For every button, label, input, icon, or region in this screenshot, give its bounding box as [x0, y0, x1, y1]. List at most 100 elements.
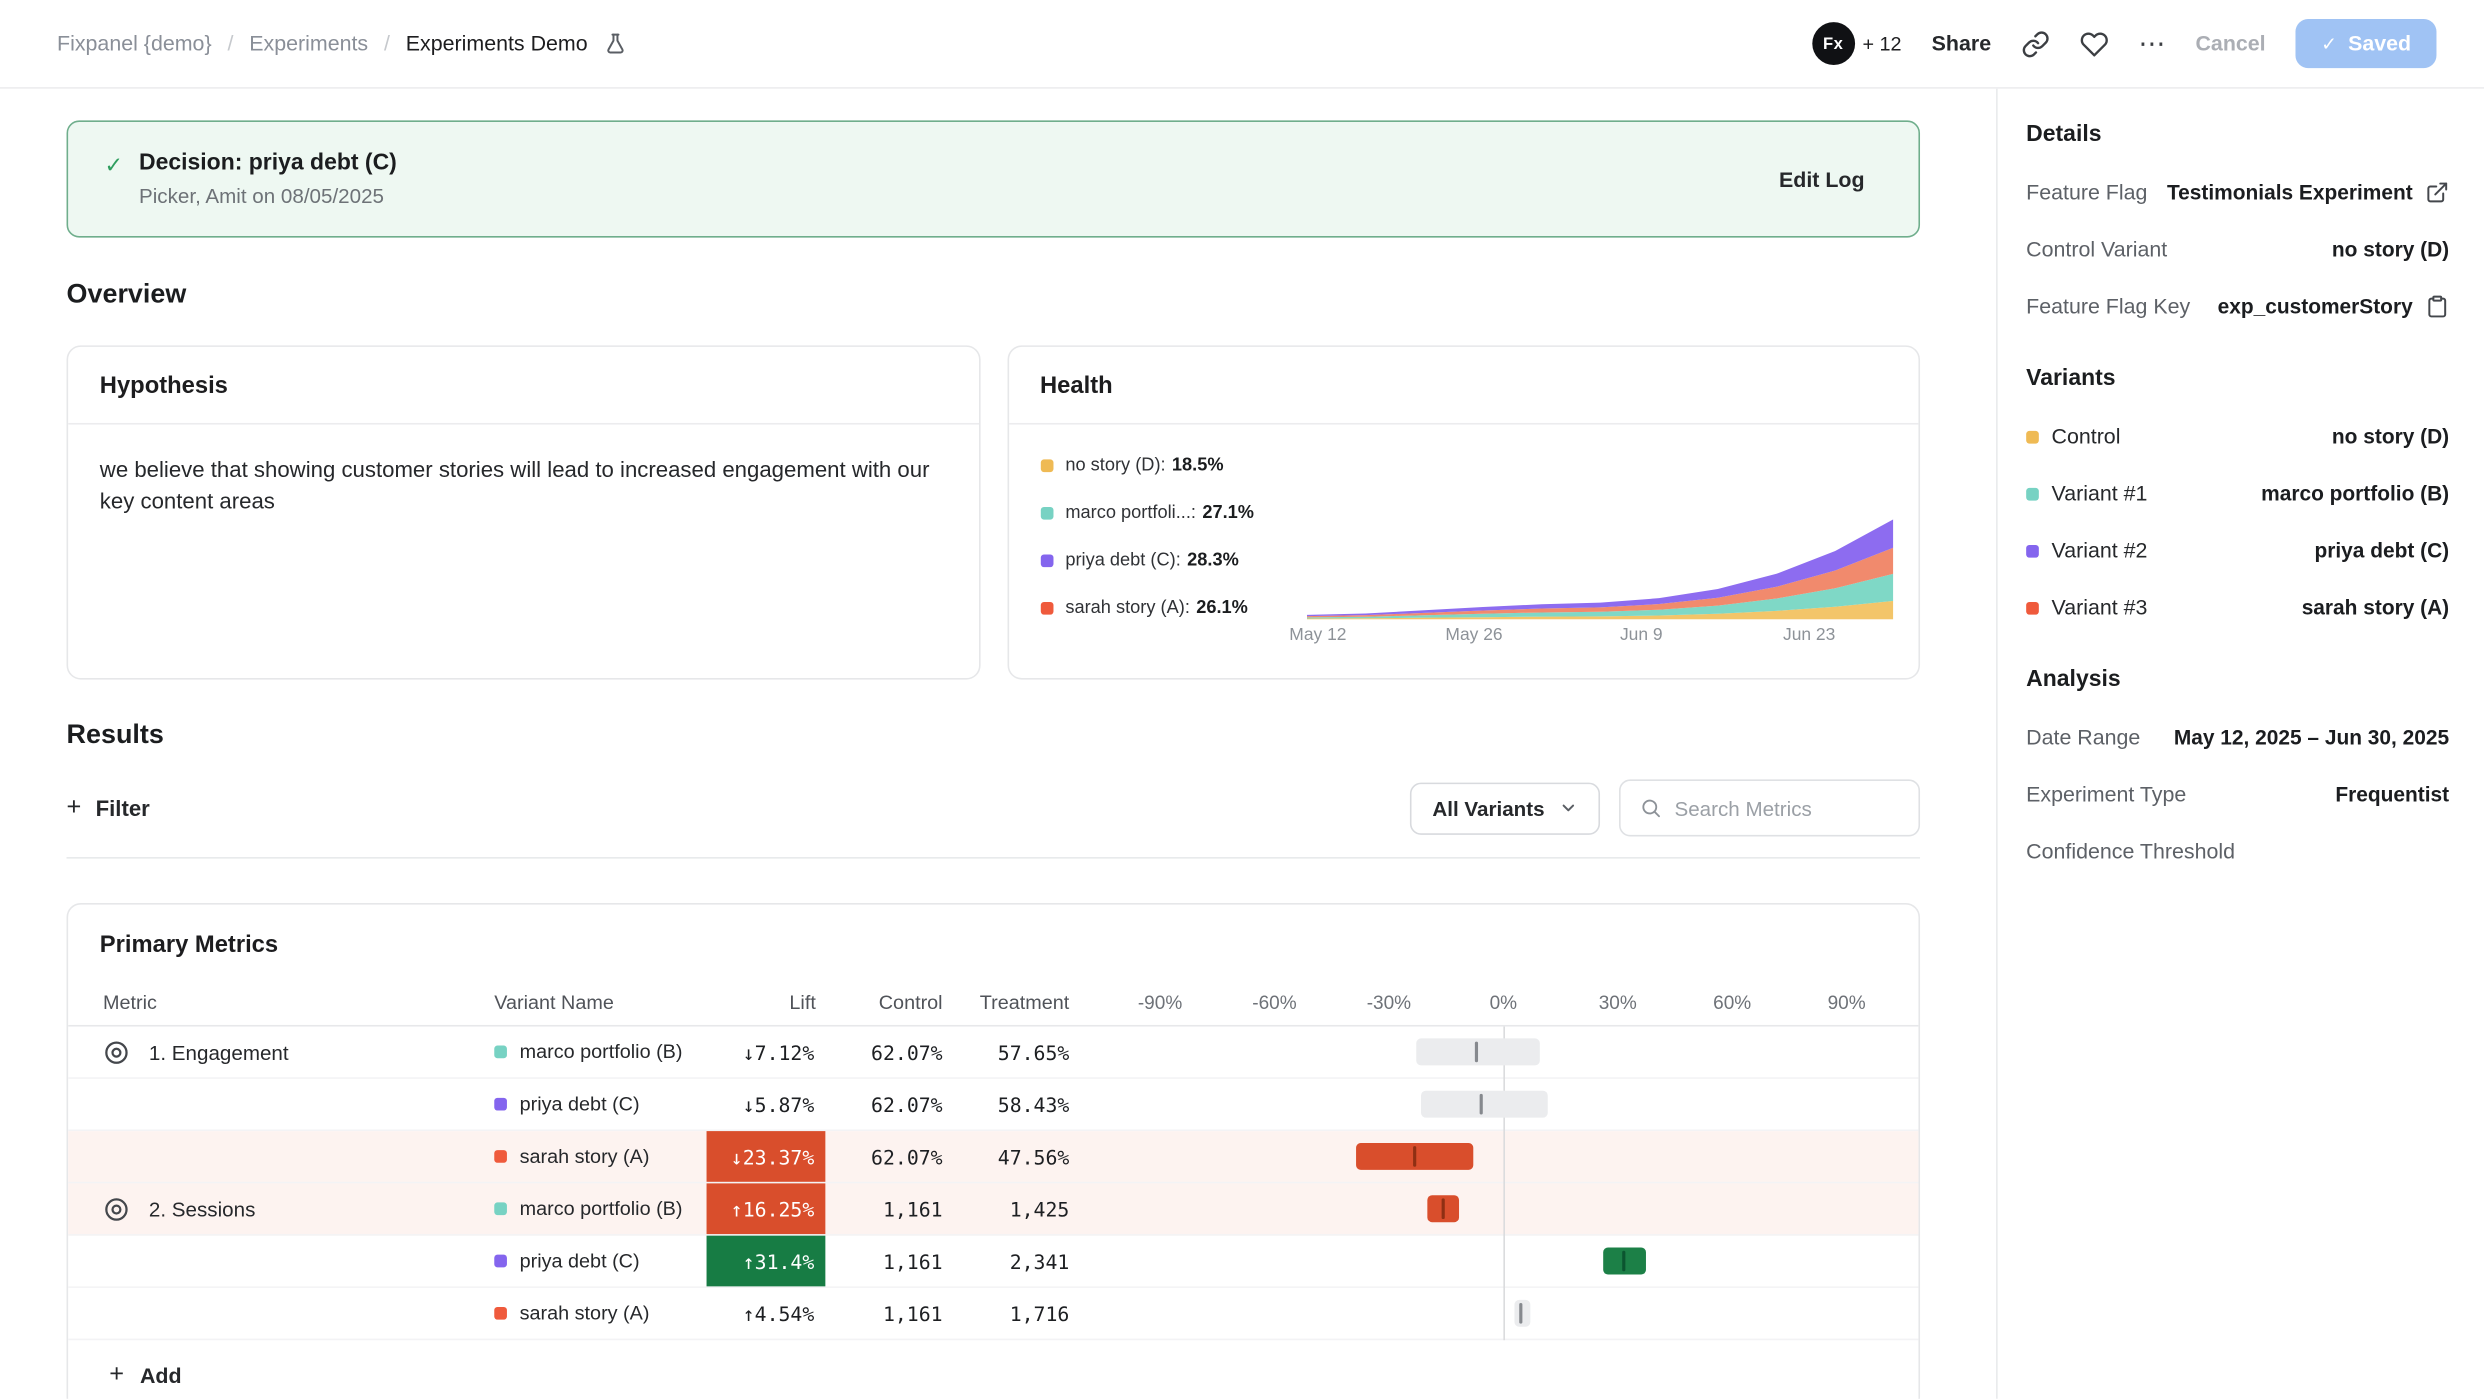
breadcrumb-item[interactable]: Fixpanel {demo}: [57, 32, 212, 56]
variants-dropdown-value: All Variants: [1432, 796, 1544, 820]
health-card: Health no story (D):18.5%marco portfoli.…: [1007, 345, 1920, 679]
avatar[interactable]: Fx: [1812, 22, 1855, 65]
detail-row: Control Variant no story (D): [2026, 233, 2449, 266]
table-row[interactable]: 2. Sessionsmarco portfolio (B)↑16.25%1,1…: [68, 1183, 1918, 1235]
hypothesis-text: we believe that showing customer stories…: [68, 425, 978, 518]
variant-value: sarah story (A): [2302, 596, 2449, 620]
edit-log-button[interactable]: Edit Log: [1779, 167, 1865, 191]
variant-name: marco portfolio (B): [520, 1041, 683, 1063]
lift-value: ↑31.4%: [707, 1236, 826, 1287]
health-legend: no story (D):18.5% marco portfoli...: 27.1…: [1040, 453, 1306, 657]
point-estimate-tick: [1441, 1198, 1444, 1219]
lift-value: ↑4.54%: [707, 1288, 826, 1339]
metrics-table-body: 1. Engagementmarco portfolio (B)↓7.12%62…: [68, 1027, 1918, 1341]
lift-value: ↓23.37%: [707, 1131, 826, 1182]
heart-icon: [2080, 29, 2109, 58]
axis-tick-label: Jun 9: [1620, 626, 1663, 645]
control-value: 62.07%: [825, 1131, 952, 1182]
metric-name: 2. Sessions: [149, 1197, 255, 1221]
hypothesis-card-title: Hypothesis: [68, 347, 978, 425]
variant-row: Variant #3 sarah story (A): [2026, 591, 2449, 624]
legend-value: 27.1%: [1202, 504, 1254, 523]
results-heading: Results: [67, 719, 1920, 751]
favorite-button[interactable]: [2080, 29, 2109, 58]
column-header-lift: Lift: [707, 991, 826, 1013]
target-icon: [103, 1038, 130, 1065]
column-header-control: Control: [825, 991, 952, 1013]
breadcrumb-separator: /: [384, 32, 390, 56]
metric-name: 1. Engagement: [149, 1040, 289, 1064]
cancel-button[interactable]: Cancel: [2195, 32, 2265, 56]
search-metrics-input[interactable]: [1674, 796, 1899, 820]
detail-label: Feature Flag Key: [2026, 295, 2190, 319]
axis-tick-label: -90%: [1138, 991, 1182, 1013]
axis-tick-label: May 26: [1445, 626, 1502, 645]
analysis-label: Date Range: [2026, 726, 2140, 750]
confidence-interval-bar: [1427, 1195, 1459, 1222]
variant-color-dot: [2026, 487, 2039, 500]
detail-label: Control Variant: [2026, 238, 2167, 262]
control-value: 1,161: [825, 1288, 952, 1339]
top-bar: Fixpanel {demo}/Experiments/Experiments …: [0, 0, 2484, 89]
point-estimate-tick: [1479, 1094, 1482, 1115]
add-metric-button[interactable]: + Add: [68, 1340, 181, 1399]
control-value: 1,161: [825, 1236, 952, 1287]
variant-row: Controlno story (D): [2026, 420, 2449, 453]
variants-dropdown[interactable]: All Variants: [1410, 782, 1600, 834]
detail-row: Feature FlagTestimonials Experiment: [2026, 176, 2449, 209]
treatment-value: 2,341: [952, 1236, 1079, 1287]
primary-metrics-title: Primary Metrics: [68, 905, 1918, 979]
point-estimate-tick: [1519, 1303, 1522, 1324]
flask-icon: [603, 32, 627, 56]
table-row[interactable]: sarah story (A)↓23.37%62.07%47.56%: [68, 1131, 1918, 1183]
legend-item: no story (D):18.5%: [1040, 456, 1306, 475]
saved-button[interactable]: ✓ Saved: [2296, 19, 2437, 68]
detail-value: no story (D): [2332, 238, 2449, 262]
external-link-icon[interactable]: [2425, 181, 2449, 205]
legend-label: priya debt (C):: [1065, 551, 1180, 570]
avatar-count: + 12: [1862, 32, 1901, 54]
variant-color-dot: [494, 1202, 507, 1215]
analysis-row: Experiment TypeFrequentist: [2026, 778, 2449, 811]
analysis-list: Date RangeMay 12, 2025 – Jun 30, 2025Exp…: [2026, 721, 2449, 868]
confidence-interval-bar: [1602, 1248, 1646, 1275]
variant-row: Variant #1marco portfolio (B): [2026, 477, 2449, 510]
more-menu-button[interactable]: ⋯: [2138, 30, 2165, 57]
column-header-treatment: Treatment: [952, 991, 1079, 1013]
confidence-interval-bar: [1416, 1038, 1540, 1065]
axis-tick-label: -30%: [1367, 991, 1411, 1013]
analysis-label: Experiment Type: [2026, 783, 2186, 807]
table-row[interactable]: priya debt (C)↓5.87%62.07%58.43%: [68, 1079, 1918, 1131]
add-filter-button[interactable]: + Filter: [67, 795, 150, 820]
variant-color-dot: [494, 1255, 507, 1268]
target-icon: [103, 1195, 130, 1222]
legend-value: 18.5%: [1172, 456, 1224, 475]
legend-item: priya debt (C):28.3%: [1040, 551, 1306, 570]
legend-label: marco portfoli...:: [1065, 504, 1196, 523]
avatar-group[interactable]: Fx + 12: [1812, 22, 1902, 65]
app-root: Fixpanel {demo}/Experiments/Experiments …: [0, 0, 2484, 1399]
copy-link-button[interactable]: [2021, 29, 2050, 58]
confidence-interval-bar: [1515, 1300, 1530, 1327]
detail-label: Feature Flag: [2026, 181, 2147, 205]
filter-label: Filter: [96, 795, 150, 820]
table-row[interactable]: sarah story (A)↑4.54%1,1611,716: [68, 1288, 1918, 1340]
axis-tick-label: Jun 23: [1783, 626, 1835, 645]
treatment-value: 1,716: [952, 1288, 1079, 1339]
saved-label: Saved: [2348, 32, 2411, 56]
variant-label: Variant #3: [2052, 596, 2148, 620]
treatment-value: 57.65%: [952, 1027, 1079, 1078]
table-row[interactable]: 1. Engagementmarco portfolio (B)↓7.12%62…: [68, 1027, 1918, 1079]
add-metric-label: Add: [140, 1363, 182, 1387]
primary-metrics-card: Primary Metrics Metric Variant Name Lift…: [67, 903, 1920, 1399]
breadcrumb-item[interactable]: Experiments: [249, 32, 368, 56]
table-row[interactable]: priya debt (C)↑31.4%1,1612,341: [68, 1236, 1918, 1288]
details-heading: Details: [2026, 122, 2449, 147]
legend-color-swatch: [1040, 459, 1053, 472]
share-button[interactable]: Share: [1932, 32, 1991, 56]
search-icon: [1640, 797, 1662, 819]
search-metrics-box[interactable]: [1619, 779, 1920, 836]
variant-color-dot: [494, 1150, 507, 1163]
clipboard-icon[interactable]: [2425, 295, 2449, 319]
variant-color-dot: [2026, 544, 2039, 557]
